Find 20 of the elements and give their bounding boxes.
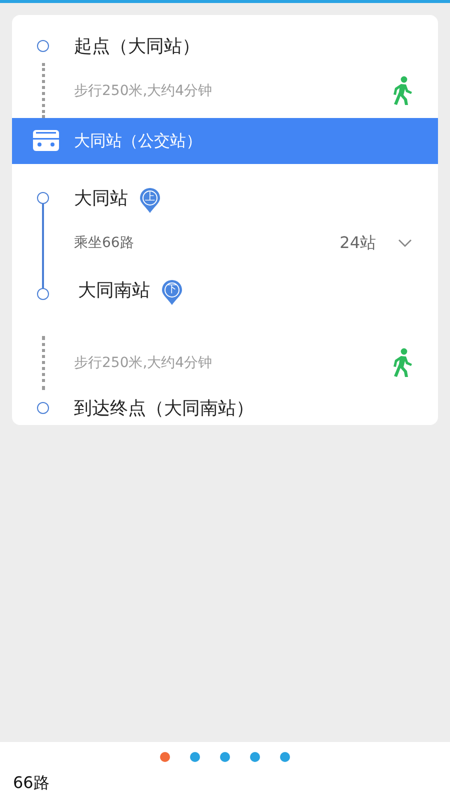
page-indicator-dot[interactable] — [190, 752, 200, 762]
boarding-stop: 大同站 — [74, 187, 128, 210]
timeline-dot-icon — [37, 402, 49, 414]
end-point-title: 到达终点（大同南站） — [74, 396, 254, 420]
route-name: 66路 — [13, 773, 50, 794]
walk-info: 步行250米,大约4分钟 — [74, 354, 214, 372]
stop-count: 24站 — [340, 232, 376, 254]
walk-info: 步行250米,大约4分钟 — [74, 82, 214, 100]
page-indicator-dot[interactable] — [220, 752, 230, 762]
chevron-down-icon[interactable] — [398, 239, 412, 247]
board-pin: 上 — [140, 188, 160, 213]
page-indicator-dot[interactable] — [160, 752, 170, 762]
alighting-stop: 大同南站 — [78, 279, 150, 302]
timeline-dot-icon — [37, 40, 49, 52]
page-indicator-dot[interactable] — [250, 752, 260, 762]
station-header-title: 大同站（公交站） — [74, 130, 202, 152]
page-indicator-dot[interactable] — [280, 752, 290, 762]
start-point-title: 起点（大同站） — [74, 35, 200, 58]
bus-icon — [32, 129, 60, 153]
bus-line-info: 乘坐66路 — [74, 234, 135, 252]
